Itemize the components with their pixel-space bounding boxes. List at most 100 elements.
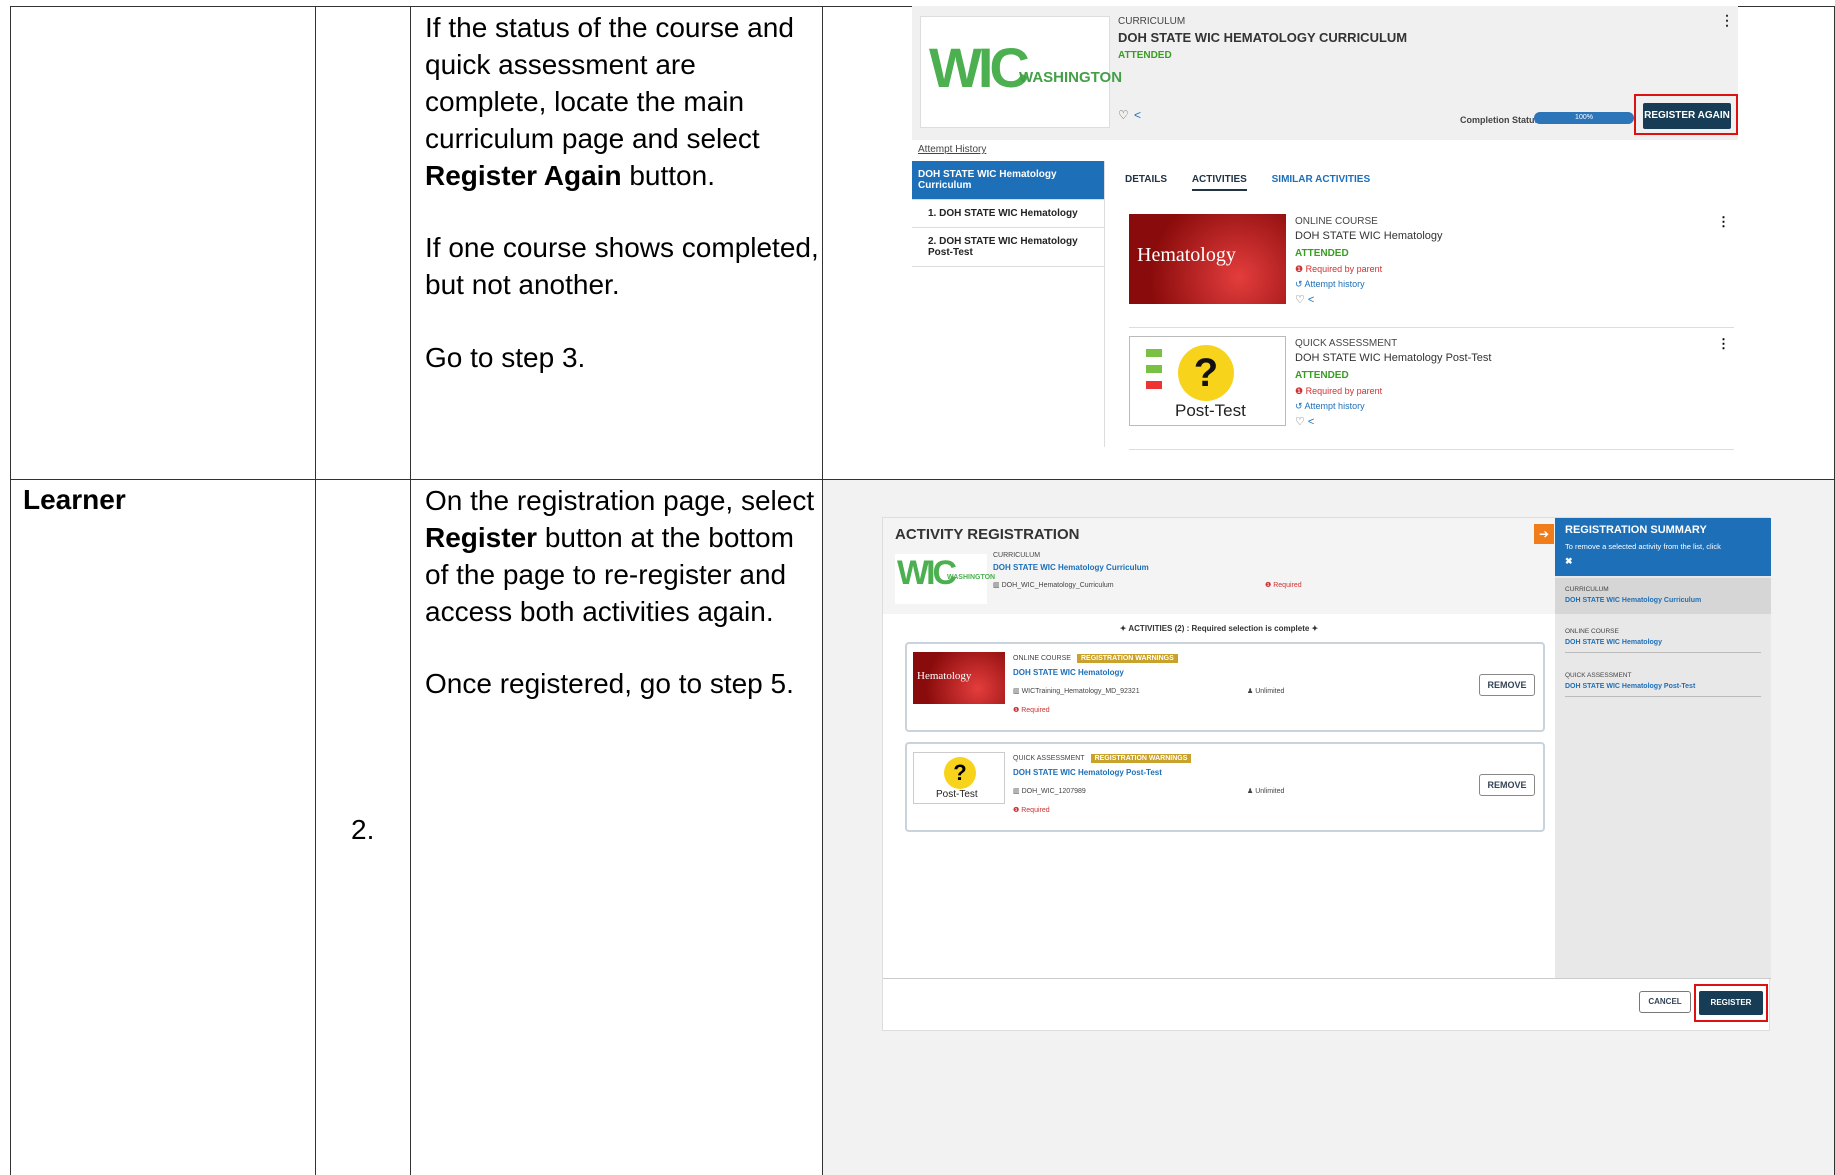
card-type: QUICK ASSESSMENT REGISTRATION WARNINGS — [1013, 754, 1192, 763]
remove-button[interactable]: REMOVE — [1479, 774, 1535, 796]
completion-status-label: Completion Status — [1460, 115, 1540, 125]
more-options-icon[interactable]: ⋮ — [1720, 12, 1734, 29]
warning-badge: REGISTRATION WARNINGS — [1076, 654, 1178, 663]
row1-instruction-cell: If the status of the course and quick as… — [410, 6, 822, 479]
completion-progress-bar: 100% — [1534, 112, 1634, 124]
attempt-history-link[interactable]: ↺ Attempt history — [1295, 279, 1365, 290]
card-seats: ♟ Unlimited — [1247, 788, 1285, 795]
tab-similar-activities[interactable]: SIMILAR ACTIVITIES — [1272, 174, 1371, 185]
tab-details[interactable]: DETAILS — [1125, 174, 1167, 185]
summary-item-course: ONLINE COURSE DOH STATE WIC Hematology — [1565, 628, 1761, 653]
activities-bar: ✦ ACTIVITIES (2) : Required selection is… — [1119, 624, 1319, 633]
row2-role-cell: Learner — [10, 479, 315, 1175]
activity-status: ATTENDED — [1295, 370, 1349, 381]
curriculum-type: CURRICULUM — [993, 552, 1041, 559]
row1-paragraph-3: Go to step 3. — [425, 342, 586, 373]
activity-title[interactable]: DOH STATE WIC Hematology — [1295, 230, 1443, 242]
role-label: Learner — [23, 484, 126, 515]
card-title[interactable]: DOH STATE WIC Hematology — [1013, 668, 1124, 677]
more-options-icon[interactable]: ⋮ — [1717, 214, 1730, 230]
hematology-thumbnail: Hematology — [1129, 214, 1286, 304]
registration-footer: CANCEL REGISTER — [883, 978, 1771, 1032]
registration-header: ACTIVITY REGISTRATION WIC WASHINGTON CUR… — [883, 518, 1555, 614]
curriculum-title: DOH STATE WIC HEMATOLOGY CURRICULUM — [1118, 30, 1408, 45]
users-icon: ♟ — [1247, 788, 1256, 795]
row1-paragraph-2: If one course shows completed, but not a… — [425, 232, 819, 300]
card-title[interactable]: DOH STATE WIC Hematology Post-Test — [1013, 768, 1162, 777]
hematology-thumbnail: Hematology — [913, 652, 1005, 704]
row1-step-cell — [315, 6, 410, 479]
activity-card-assessment: ? Post-Test QUICK ASSESSMENT DOH STATE W… — [1129, 330, 1734, 450]
curriculum-tabs: DETAILS ACTIVITIES SIMILAR ACTIVITIES — [1125, 174, 1392, 191]
curriculum-title[interactable]: DOH STATE WIC Hematology Curriculum — [993, 563, 1149, 572]
activity-status: ATTENDED — [1295, 248, 1349, 259]
attempt-history-link[interactable]: Attempt History — [918, 144, 986, 155]
share-icon[interactable]: < — [1308, 416, 1314, 428]
highlight-box — [1694, 984, 1768, 1022]
card-code: ▥ DOH_WIC_1207989 — [1013, 788, 1086, 795]
curriculum-code: ▥ DOH_WIC_Hematology_Curriculum — [993, 582, 1114, 589]
catalog-icon: ▥ — [1013, 688, 1022, 695]
history-icon: ↺ — [1295, 401, 1305, 411]
warning-badge: REGISTRATION WARNINGS — [1090, 754, 1192, 763]
summary-header: REGISTRATION SUMMARY To remove a selecte… — [1555, 518, 1771, 576]
required-note: ❶ Required by parent — [1295, 386, 1383, 396]
nav-item-post-test[interactable]: 2. DOH STATE WIC Hematology Post-Test — [912, 228, 1104, 267]
history-icon: ↺ — [1295, 279, 1305, 289]
row1-role-cell — [10, 6, 315, 479]
registration-summary-panel: REGISTRATION SUMMARY To remove a selecte… — [1555, 518, 1771, 978]
curriculum-type: CURRICULUM — [1118, 16, 1186, 27]
card-seats: ♟ Unlimited — [1247, 688, 1285, 695]
highlight-box — [1634, 94, 1738, 135]
row1-paragraph-1: If the status of the course and quick as… — [425, 12, 794, 191]
step-number: 2. — [351, 814, 375, 845]
activity-title[interactable]: DOH STATE WIC Hematology Post-Test — [1295, 352, 1491, 364]
required-note: ❶ Required — [1265, 582, 1302, 589]
summary-title: REGISTRATION SUMMARY — [1565, 524, 1707, 536]
share-icon[interactable]: < — [1134, 108, 1141, 122]
card-code: ▥ WICTraining_Hematology_MD_92321 — [1013, 688, 1140, 695]
catalog-icon: ▥ — [993, 582, 1002, 589]
post-test-thumbnail: ? Post-Test — [913, 752, 1005, 804]
curriculum-page-screenshot: WIC WASHINGTON CURRICULUM DOH STATE WIC … — [912, 6, 1738, 450]
more-options-icon[interactable]: ⋮ — [1717, 336, 1730, 352]
users-icon: ♟ — [1247, 688, 1256, 695]
alert-icon: ❶ — [1265, 582, 1274, 589]
favorite-icon[interactable]: ♡ < — [1295, 293, 1314, 306]
required-note: ❶ Required — [1013, 707, 1050, 714]
activity-type: ONLINE COURSE — [1295, 216, 1378, 227]
row2-paragraph-2: Once registered, go to step 5. — [425, 668, 794, 699]
alert-icon: ❶ — [1013, 807, 1022, 814]
favorite-icon[interactable]: ♡ — [1118, 108, 1129, 122]
activity-registration-screenshot: ACTIVITY REGISTRATION WIC WASHINGTON CUR… — [882, 517, 1771, 1032]
nav-item-curriculum[interactable]: DOH STATE WIC Hematology Curriculum — [912, 161, 1104, 200]
required-note: ❶ Required by parent — [1295, 264, 1383, 274]
question-mark-icon: ? — [1178, 345, 1234, 401]
alert-icon: ❶ — [1295, 264, 1306, 274]
question-mark-icon: ? — [944, 757, 976, 789]
registration-title: ACTIVITY REGISTRATION — [895, 526, 1080, 543]
curriculum-header: WIC WASHINGTON CURRICULUM DOH STATE WIC … — [912, 6, 1738, 140]
favorite-icon[interactable]: ♡ < — [1295, 415, 1314, 428]
registration-card-course: Hematology ONLINE COURSE REGISTRATION WAR… — [905, 642, 1545, 732]
wic-logo: WIC WASHINGTON — [920, 16, 1122, 128]
curriculum-side-nav: DOH STATE WIC Hematology Curriculum 1. D… — [912, 161, 1105, 447]
share-icon[interactable]: < — [1308, 294, 1314, 306]
attempt-history-link[interactable]: ↺ Attempt history — [1295, 401, 1365, 412]
remove-button[interactable]: REMOVE — [1479, 674, 1535, 696]
activity-type: QUICK ASSESSMENT — [1295, 338, 1398, 349]
summary-item-assessment: QUICK ASSESSMENT DOH STATE WIC Hematolog… — [1565, 672, 1761, 697]
wic-logo: WIC WASHINGTON — [895, 554, 995, 604]
registration-card-assessment: ? Post-Test QUICK ASSESSMENT REGISTRATION… — [905, 742, 1545, 832]
nav-item-hematology[interactable]: 1. DOH STATE WIC Hematology — [912, 200, 1104, 228]
post-test-thumbnail: ? Post-Test — [1129, 336, 1286, 426]
row2-instruction-cell: On the registration page, select Registe… — [410, 479, 822, 1175]
alert-icon: ❶ — [1013, 707, 1022, 714]
cancel-button[interactable]: CANCEL — [1639, 991, 1691, 1013]
completion-progress-fill: 100% — [1534, 112, 1634, 124]
tab-activities[interactable]: ACTIVITIES — [1191, 174, 1247, 191]
curriculum-status: ATTENDED — [1118, 50, 1172, 61]
activity-card-course: Hematology ONLINE COURSE DOH STATE WIC H… — [1129, 208, 1734, 328]
row2-step-cell: 2. — [315, 479, 410, 1175]
collapse-arrow-icon[interactable]: ➔ — [1534, 524, 1554, 544]
